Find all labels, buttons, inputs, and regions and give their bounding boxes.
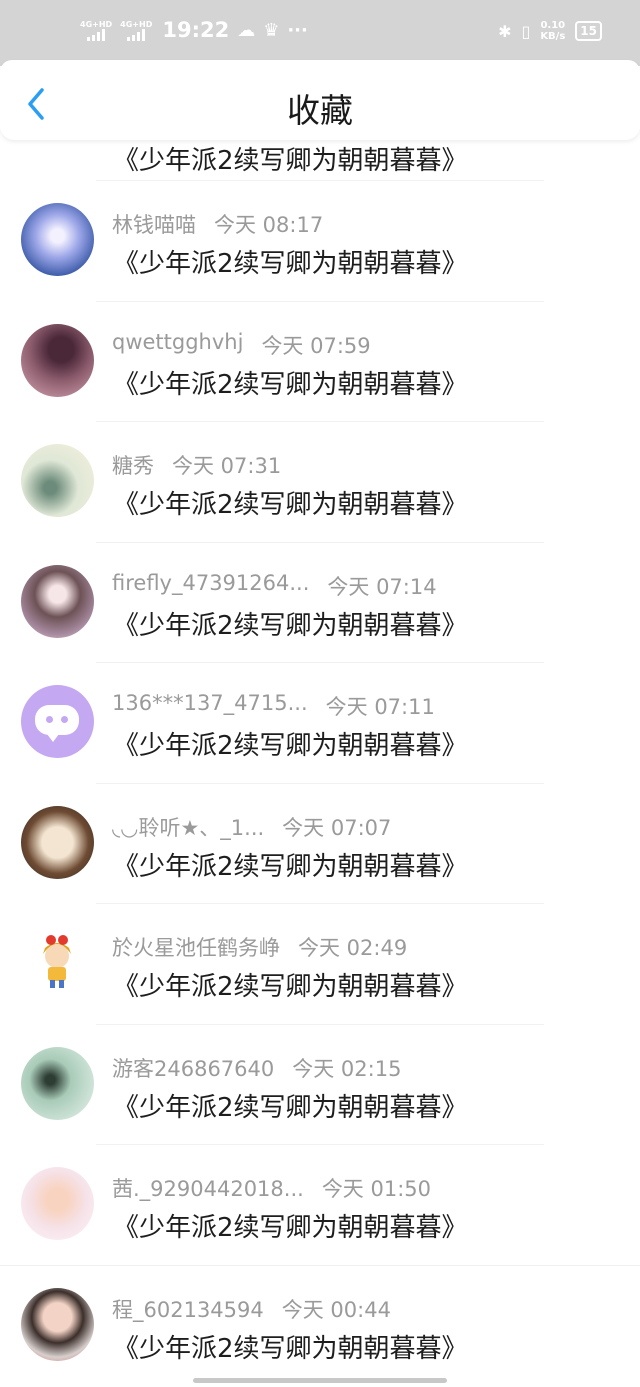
avatar[interactable] [21, 805, 94, 879]
favorite-text: 《少年派2续写卿为朝朝暮暮》 [113, 731, 468, 761]
favorite-text: 《少年派2续写卿为朝朝暮暮》 [113, 1333, 468, 1364]
favorite-item[interactable]: ◟◡聆听★、_1... 今天 07:07 《少年派2续写卿为朝朝暮暮》 [0, 784, 640, 904]
clock: 19:22 [162, 18, 230, 42]
author-name[interactable]: 於火星池任鹤务峥 [112, 932, 280, 962]
favorite-item[interactable]: 茜._9290442018... 今天 01:50 《少年派2续写卿为朝朝暮暮》 [0, 1145, 640, 1266]
favorite-item[interactable]: 游客246867640 今天 02:15 《少年派2续写卿为朝朝暮暮》 [0, 1025, 640, 1145]
favorite-item[interactable]: 於火星池任鹤务峥 今天 02:49 《少年派2续写卿为朝朝暮暮》 [0, 904, 640, 1025]
signal-icon-2: 4G+HD [120, 20, 152, 41]
home-indicator[interactable] [193, 1378, 447, 1383]
favorite-text: 《少年派2续写卿为朝朝暮暮》 [113, 369, 468, 400]
avatar[interactable] [21, 1167, 94, 1240]
cartoon-avatar-icon [43, 935, 71, 988]
author-name[interactable]: 程_602134594 [112, 1294, 264, 1324]
avatar[interactable] [21, 1287, 94, 1361]
favorite-item[interactable]: 程_602134594 今天 00:44 《少年派2续写卿为朝朝暮暮》 [0, 1266, 640, 1387]
network-speed: 0.10 KB/s [540, 20, 565, 42]
favorite-item[interactable]: 糖秀 今天 07:31 《少年派2续写卿为朝朝暮暮》 [0, 422, 640, 543]
more-dots-icon: ··· [287, 19, 308, 41]
timestamp: 今天 08:17 [214, 213, 324, 237]
signal-icon: 4G+HD [80, 20, 112, 41]
network-type-1: 4G+HD [80, 19, 113, 29]
timestamp: 今天 07:31 [172, 454, 282, 478]
network-speed-value: 0.10 [540, 20, 566, 31]
favorite-item[interactable]: firefly_47391264... 今天 07:14 《少年派2续写卿为朝朝暮… [0, 543, 640, 663]
author-name[interactable]: 茜._9290442018... [112, 1173, 304, 1203]
chat-bubble-icon [35, 705, 79, 742]
author-name[interactable]: 136***137_4715... [112, 691, 308, 721]
favorite-text: 《少年派2续写卿为朝朝暮暮》 [113, 972, 468, 1002]
timestamp: 今天 07:11 [325, 695, 435, 719]
timestamp: 今天 01:50 [321, 1177, 432, 1201]
vibrate-icon: ▯ [521, 21, 531, 41]
timestamp: 今天 07:14 [327, 574, 437, 599]
bluetooth-icon: ✱ [498, 21, 512, 41]
favorite-item[interactable]: 136***137_4715... 今天 07:11 《少年派2续写卿为朝朝暮暮》 [0, 663, 640, 784]
header-bar: 收藏 [0, 60, 640, 140]
avatar[interactable] [21, 203, 94, 276]
favorite-text: 《少年派2续写卿为朝朝暮暮》 [113, 1092, 468, 1123]
network-type-2: 4G+HD [120, 19, 153, 29]
timestamp: 今天 07:07 [282, 815, 392, 840]
favorites-list[interactable]: 《少年派2续写卿为朝朝暮暮》 林钱喵喵 今天 08:17 《少年派2续写卿为朝朝暮… [0, 60, 640, 1386]
favorite-text: 《少年派2续写卿为朝朝暮暮》 [113, 1213, 468, 1243]
battery-icon: 15 [575, 21, 602, 41]
favorite-item[interactable]: qwettgghvhj 今天 07:59 《少年派2续写卿为朝朝暮暮》 [0, 302, 640, 422]
timestamp: 今天 07:59 [261, 333, 371, 358]
avatar[interactable] [21, 1046, 94, 1120]
author-name[interactable]: ◟◡聆听★、_1... [112, 812, 264, 842]
author-name[interactable]: qwettgghvhj [112, 330, 243, 360]
avatar[interactable] [21, 444, 94, 517]
author-name[interactable]: 游客246867640 [112, 1053, 274, 1083]
avatar[interactable] [21, 564, 94, 638]
favorite-text: 《少年派2续写卿为朝朝暮暮》 [113, 146, 468, 176]
favorite-text: 《少年派2续写卿为朝朝暮暮》 [113, 249, 468, 279]
author-name[interactable]: 林钱喵喵 [112, 209, 196, 239]
author-name[interactable]: firefly_47391264... [112, 571, 309, 601]
favorite-item[interactable]: 林钱喵喵 今天 08:17 《少年派2续写卿为朝朝暮暮》 [0, 181, 640, 302]
timestamp: 今天 02:15 [292, 1056, 402, 1081]
cloud-icon: ☁ [237, 19, 256, 41]
favorite-text: 《少年派2续写卿为朝朝暮暮》 [113, 610, 468, 641]
timestamp: 今天 00:44 [281, 1297, 391, 1322]
avatar[interactable] [21, 685, 94, 758]
avatar[interactable] [21, 323, 94, 397]
network-speed-unit: KB/s [540, 31, 566, 42]
author-name[interactable]: 糖秀 [112, 450, 154, 480]
page-title: 收藏 [287, 91, 353, 130]
timestamp: 今天 02:49 [298, 936, 408, 960]
crown-icon: ♛ [263, 19, 280, 41]
favorite-text: 《少年派2续写卿为朝朝暮暮》 [113, 851, 468, 882]
favorite-text: 《少年派2续写卿为朝朝暮暮》 [113, 490, 468, 520]
avatar[interactable] [21, 926, 94, 999]
